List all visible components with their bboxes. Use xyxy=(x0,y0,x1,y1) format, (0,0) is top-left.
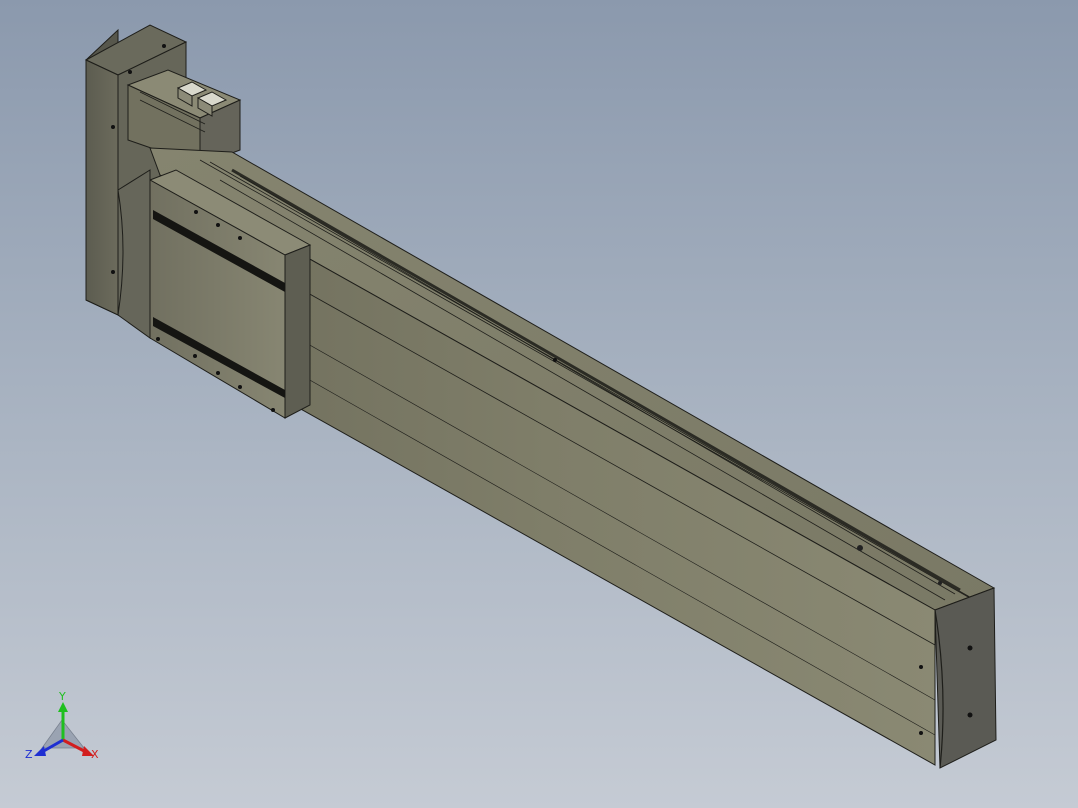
orientation-triad[interactable]: Y Z X xyxy=(22,690,112,770)
left-side-cover xyxy=(117,169,151,339)
triad-z-arrow xyxy=(34,746,46,756)
graphics-viewport[interactable]: Y Z X xyxy=(0,0,1078,808)
triad-y-arrow xyxy=(58,702,68,712)
triad-x-label: X xyxy=(91,748,99,761)
linear-actuator-model[interactable] xyxy=(0,0,1078,808)
triad-z-label: Z xyxy=(25,748,33,761)
triad-y-label: Y xyxy=(58,690,66,703)
